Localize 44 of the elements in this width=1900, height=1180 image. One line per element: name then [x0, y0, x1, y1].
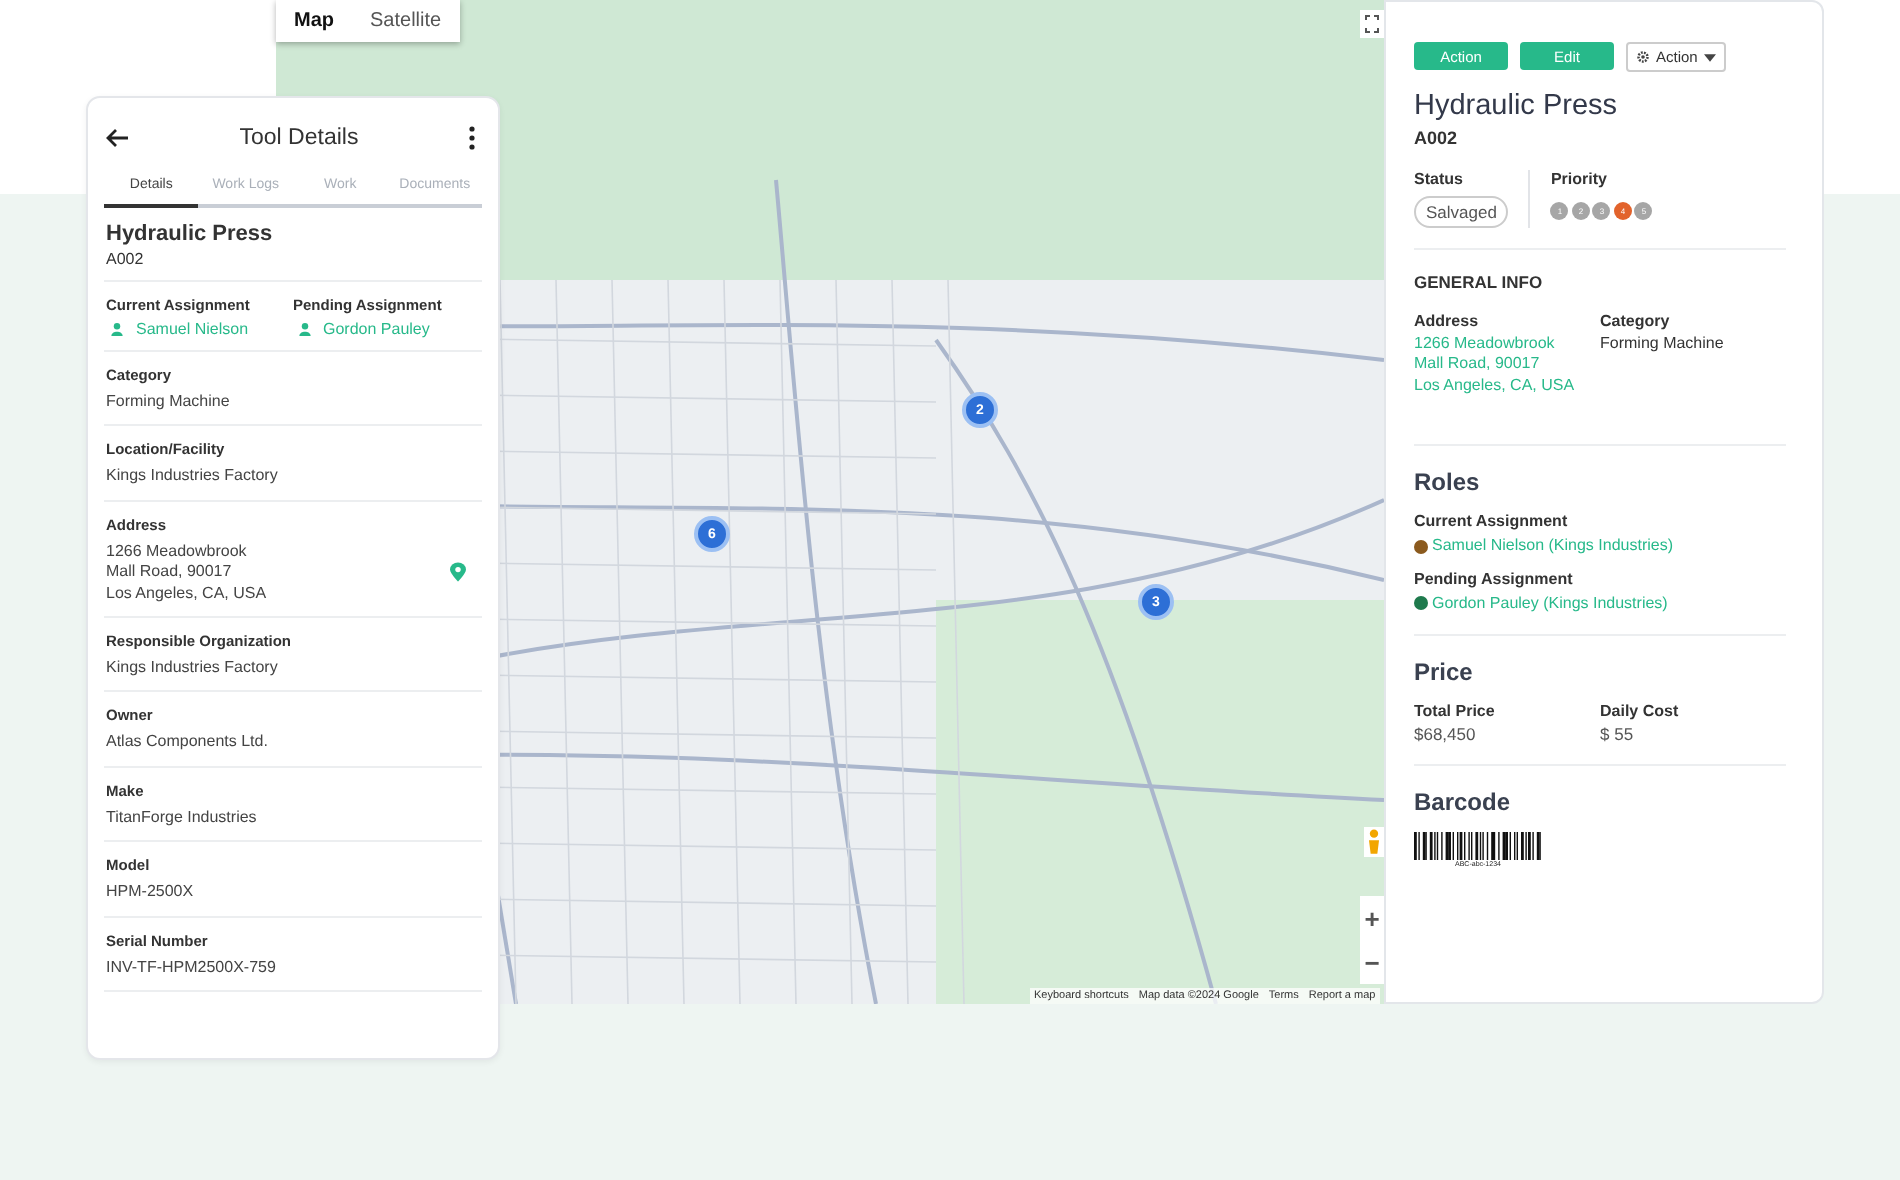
- field-value: Forming Machine: [106, 392, 230, 413]
- field-value: INV-TF-HPM2500X-759: [106, 957, 276, 978]
- item-code: A002: [106, 250, 146, 268]
- field-value: HPM-2500X: [106, 882, 194, 904]
- field-value: Forming Machine: [1600, 334, 1726, 352]
- field-label: Address: [1414, 312, 1481, 330]
- field-label: Priority: [1550, 170, 1607, 188]
- field-value: Kings Industries Factory: [106, 466, 278, 488]
- person-link[interactable]: Gordon Pauley (Kings Industries): [1432, 593, 1668, 614]
- section-heading: Roles: [1414, 468, 1482, 497]
- back-arrow-icon[interactable]: [106, 128, 130, 148]
- section-heading: Barcode: [1414, 787, 1513, 816]
- person-link[interactable]: Samuel Nielson: [136, 320, 249, 338]
- person-link[interactable]: Gordon Pauley: [323, 320, 430, 338]
- fullscreen-icon[interactable]: [1360, 10, 1384, 38]
- field-value: Atlas Components Ltd.: [106, 732, 268, 754]
- field-value: 1266 Meadowbrook Mall Road, 90017 Los Angeles, CA, USA: [106, 541, 267, 604]
- field-label: Category: [1600, 312, 1672, 330]
- field-value: TitanForge Industries: [106, 807, 257, 829]
- gear-icon: [1636, 50, 1650, 64]
- item-code: A002: [1414, 128, 1460, 148]
- map-view-tab[interactable]: Map: [276, 0, 352, 42]
- field-label: Pending Assignment: [1414, 569, 1575, 588]
- caret-icon: [1703, 53, 1716, 61]
- barcode-icon: [1414, 831, 1542, 860]
- field-value: Kings Industries Factory: [106, 657, 278, 679]
- more-menu-icon[interactable]: [467, 126, 476, 150]
- section-heading: GENERAL INFO: [1414, 272, 1545, 292]
- field-label: Daily Cost: [1600, 701, 1681, 720]
- field-label: Total Price: [1414, 701, 1497, 720]
- map-view-tab[interactable]: Satellite: [352, 0, 460, 42]
- person-link[interactable]: Samuel Nielson (Kings Industries): [1432, 536, 1673, 558]
- item-title: Hydraulic Press: [106, 222, 275, 246]
- field-label: Current Assignment: [1414, 512, 1570, 531]
- section-heading: Price: [1414, 657, 1475, 686]
- card-title: Tool Details: [239, 126, 359, 150]
- item-title: Hydraulic Press: [1414, 90, 1620, 122]
- field-value: $68,450: [1414, 723, 1478, 744]
- status-badge: Salvaged: [1414, 196, 1509, 228]
- address-link[interactable]: 1266 Meadowbrook Mall Road, 90017 Los Angeles, CA, USA: [1414, 334, 1600, 397]
- person-icon: [110, 322, 124, 336]
- person-icon: [297, 322, 311, 336]
- field-value: $ 55: [1600, 723, 1636, 744]
- field-label: Status: [1414, 170, 1463, 188]
